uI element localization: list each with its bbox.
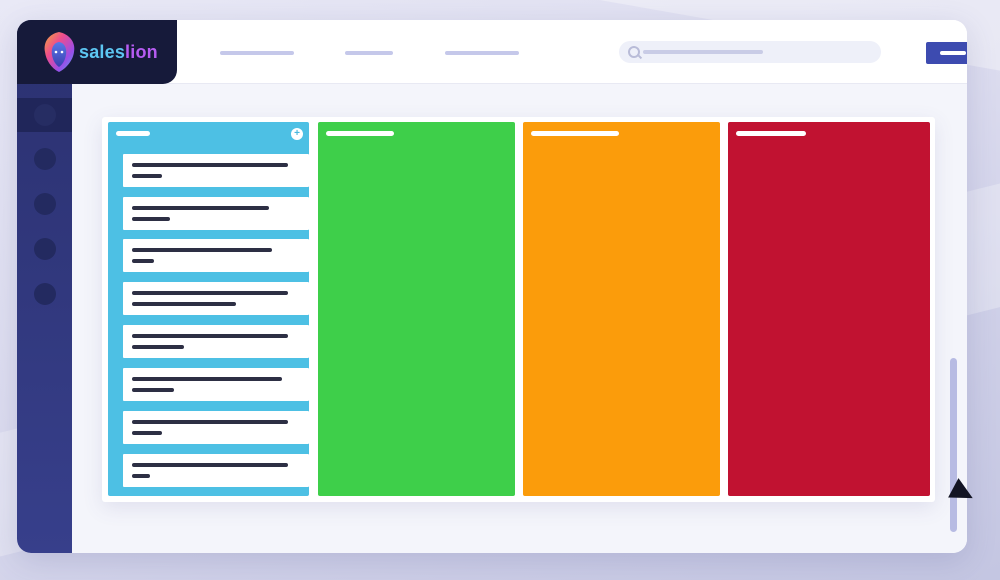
nav-link-placeholder[interactable] (445, 51, 519, 55)
column-title-placeholder (326, 131, 394, 136)
sidebar-item[interactable] (34, 148, 56, 170)
top-bar (72, 20, 967, 84)
sidebar-item[interactable] (34, 283, 56, 305)
sidebar-item-active[interactable] (17, 98, 72, 132)
kanban-board: + (102, 117, 935, 502)
vertical-scrollbar[interactable] (950, 358, 957, 532)
nav-item-icon (34, 104, 56, 126)
search-icon (628, 46, 640, 58)
nav-link-placeholder[interactable] (220, 51, 294, 55)
deal-card[interactable] (123, 325, 309, 358)
pipeline-column-4[interactable] (728, 122, 930, 496)
column-title-placeholder (531, 131, 619, 136)
brand-logo[interactable]: saleslion (17, 20, 177, 84)
deal-card[interactable] (123, 368, 309, 401)
deal-card[interactable] (123, 411, 309, 444)
primary-button[interactable] (926, 42, 967, 64)
pipeline-column-1[interactable]: + (108, 122, 309, 496)
main-content: + (72, 84, 967, 553)
add-card-icon[interactable]: + (291, 128, 303, 140)
nav-link-placeholder[interactable] (345, 51, 393, 55)
deal-card[interactable] (123, 454, 309, 487)
deal-card[interactable] (123, 282, 309, 315)
search-placeholder-line (643, 50, 763, 54)
lion-head-icon (44, 32, 75, 72)
deal-card[interactable] (123, 197, 309, 230)
app-window: saleslion + (17, 20, 967, 553)
button-label-placeholder (940, 51, 966, 55)
pipeline-column-3[interactable] (523, 122, 720, 496)
sidebar-item[interactable] (34, 193, 56, 215)
brand-name: saleslion (79, 42, 158, 62)
column-title-placeholder (736, 131, 806, 136)
pipeline-column-2[interactable] (318, 122, 515, 496)
deal-card[interactable] (123, 239, 309, 272)
sidebar (17, 20, 72, 553)
column-title-placeholder (116, 131, 150, 136)
search-input[interactable] (619, 41, 881, 63)
sidebar-item[interactable] (34, 238, 56, 260)
deal-card[interactable] (123, 154, 309, 187)
